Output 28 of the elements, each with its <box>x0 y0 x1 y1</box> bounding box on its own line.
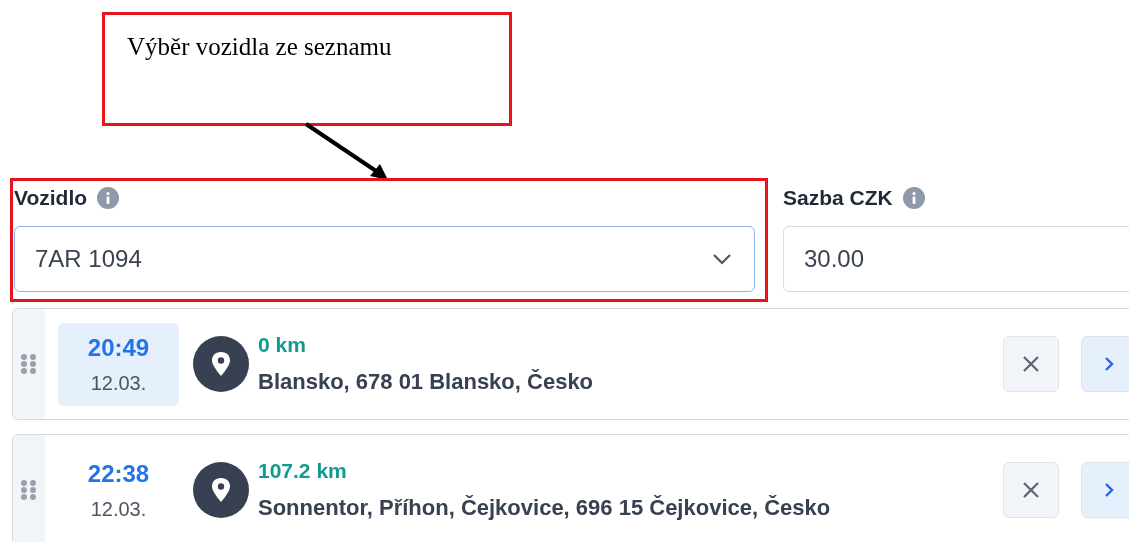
annotation-callout: Výběr vozidla ze seznamu <box>102 12 512 126</box>
remove-button[interactable] <box>1003 462 1059 518</box>
distance: 107.2 km <box>258 459 348 483</box>
close-icon <box>1022 481 1040 499</box>
chevron-right-icon <box>1103 355 1115 373</box>
field-label: Vozidlo <box>14 186 88 210</box>
drag-handle-icon[interactable] <box>20 479 38 501</box>
info-icon[interactable] <box>902 187 925 209</box>
chevron-right-icon <box>1103 481 1115 499</box>
chevron-down-icon <box>712 253 732 265</box>
stop-date: 12.03. <box>90 497 147 521</box>
distance: 0 km <box>258 333 307 357</box>
stop-date: 12.03. <box>90 371 147 395</box>
stop-time: 22:38 <box>87 459 150 488</box>
field-label: Sazba CZK <box>783 186 893 210</box>
remove-button[interactable] <box>1003 336 1059 392</box>
close-icon <box>1022 355 1040 373</box>
time-box[interactable]: 20:49 12.03. <box>58 322 179 406</box>
address: Blansko, 678 01 Blansko, Česko <box>258 369 595 395</box>
rate-input[interactable]: 30.00 <box>783 226 1129 292</box>
vehicle-select[interactable]: 7AR 1094 <box>14 226 755 292</box>
location-pin-icon <box>193 336 249 392</box>
location-pin-icon <box>193 462 249 518</box>
info-icon[interactable] <box>97 187 120 209</box>
time-box[interactable]: 22:38 12.03. <box>58 448 179 532</box>
address: Sonnentor, Příhon, Čejkovice, 696 15 Čejkovice, Česko <box>258 495 832 521</box>
drag-handle-icon[interactable] <box>20 353 38 375</box>
stop-time: 20:49 <box>87 333 150 362</box>
